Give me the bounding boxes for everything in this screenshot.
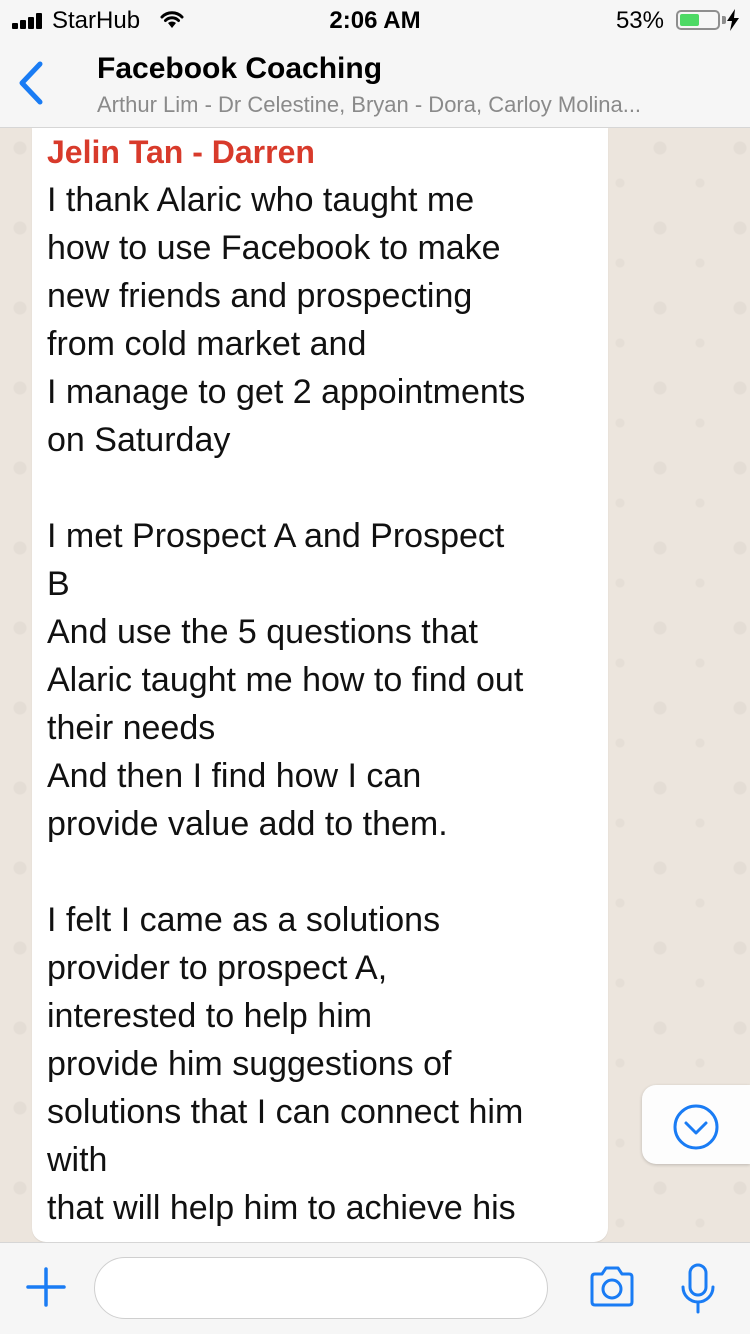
status-bar: StarHub 2:06 AM 53%: [0, 0, 750, 40]
battery-fill: [680, 14, 699, 26]
message-bubble[interactable]: Jelin Tan - Darren I thank Alaric who ta…: [32, 128, 608, 1242]
chat-title[interactable]: Facebook Coaching: [97, 52, 382, 86]
message-input-bar: [0, 1242, 750, 1334]
battery-icon: [676, 10, 720, 30]
message-input[interactable]: [94, 1257, 548, 1319]
chat-header: Facebook Coaching Arthur Lim - Dr Celest…: [0, 40, 750, 128]
battery-percent: 53%: [615, 7, 664, 34]
microphone-icon[interactable]: [680, 1263, 716, 1315]
charging-bolt-icon: [727, 9, 739, 31]
scroll-to-bottom-button[interactable]: [642, 1085, 750, 1164]
camera-icon[interactable]: [588, 1265, 636, 1309]
plus-icon[interactable]: [26, 1267, 66, 1307]
chevron-left-icon[interactable]: [14, 58, 50, 108]
chat-participants[interactable]: Arthur Lim - Dr Celestine, Bryan - Dora,…: [97, 92, 727, 118]
message-text: I thank Alaric who taught me how to use …: [47, 181, 526, 1227]
chevron-down-circle-icon: [673, 1104, 719, 1150]
message-sender[interactable]: Jelin Tan - Darren: [47, 130, 315, 174]
